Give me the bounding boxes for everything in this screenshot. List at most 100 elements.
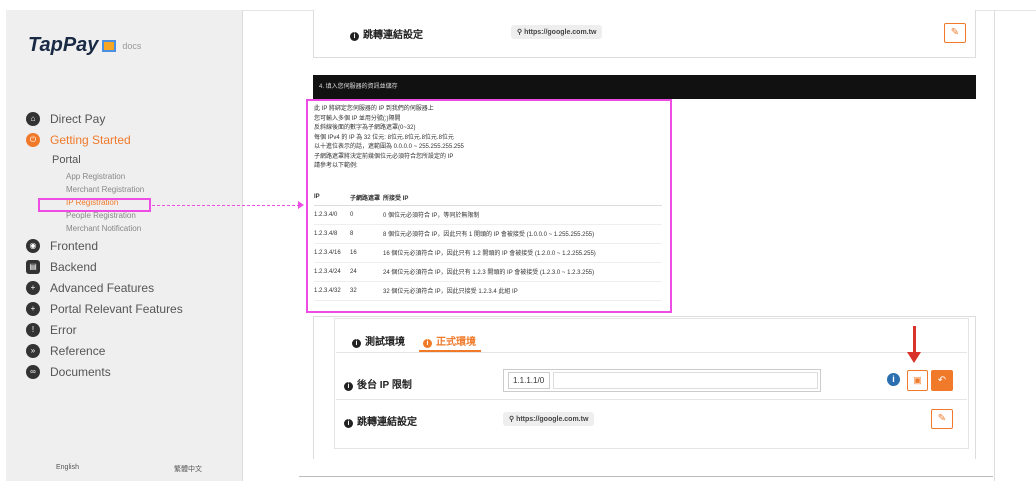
help-line: 您可輸入多個 IP 並用分號(;)隔開 [314, 115, 401, 122]
ip-registration-highlight [38, 198, 151, 212]
table-cell: 1.2.3.4/24 [314, 262, 350, 282]
table-cell: 24 [350, 262, 383, 282]
sidebar-item-direct-pay[interactable]: ⌂ Direct Pay [26, 108, 236, 129]
tabs-divider [336, 352, 967, 353]
sidebar-item-getting-started[interactable]: ⏻ Getting Started [26, 129, 236, 150]
undo-icon: ↶ [937, 375, 947, 386]
table-row: 1.2.3.4/8 8 8 個位元必須符合 IP，因此只有 1 開頭的 IP 會… [314, 224, 662, 244]
sidebar-item-label: Backend [50, 259, 97, 274]
sidebar-item-label: Direct Pay [50, 111, 106, 126]
plus-icon: + [26, 301, 40, 316]
link-icon: ∞ [26, 364, 40, 379]
ip-value-tag[interactable]: 1.1.1.1/0 [508, 372, 550, 389]
info-icon: i [423, 339, 432, 348]
warning-icon: ! [26, 322, 40, 337]
ip-help-text: 此 IP 將綁定您伺服器的 IP 到我們的伺服器上 您可輸入多個 IP 並用分號… [308, 101, 670, 172]
table-cell: 32 個位元必須符合 IP，因此只接受 1.2.3.4 此組 IP [383, 281, 662, 301]
table-cell: 1.2.3.4/0 [314, 205, 350, 225]
sidebar-item-backend[interactable]: ▤ Backend [26, 256, 236, 277]
table-cell: 0 個位元必須符合 IP，等同於無限制 [383, 205, 662, 225]
ip-limit-row-label: i 後台 IP 限制 [344, 376, 412, 391]
column-header: IP [314, 190, 350, 206]
sidebar-item-reference[interactable]: » Reference [26, 340, 236, 361]
sidebar-item-label: Frontend [50, 238, 99, 253]
table-row: 1.2.3.4/0 0 0 個位元必須符合 IP，等同於無限制 [314, 205, 662, 225]
table-row: 1.2.3.4/16 16 16 個位元必須符合 IP，因此只有 1.2 開頭的… [314, 243, 662, 263]
table-cell: 1.2.3.4/32 [314, 281, 350, 301]
sidebar-subitem-merchant-notification[interactable]: Merchant Notification [26, 222, 236, 235]
info-icon: i [344, 382, 353, 391]
column-header: 所接受 IP [383, 190, 662, 206]
info-icon: i [352, 339, 361, 348]
sidebar-item-label: Error [50, 322, 77, 337]
sidebar-item-label: Portal Relevant Features [50, 301, 183, 316]
help-line: 每個 IPv4 的 IP 為 32 位元: 8位元.8位元.8位元.8位元 [314, 134, 454, 141]
red-arrow-indicator [913, 326, 916, 354]
sidebar-nav: ⌂ Direct Pay ⏻ Getting Started Portal Ap… [26, 108, 236, 382]
redirect-row-label: i 跳轉連結設定 [350, 26, 423, 41]
column-header: 子網路遮罩 [350, 190, 383, 206]
sidebar: TapPay docs ⌂ Direct Pay ⏻ Getting Starte… [6, 10, 243, 481]
logo-docs-label: docs [122, 40, 142, 51]
lang-english[interactable]: English [56, 464, 79, 471]
edit-redirect-button-2[interactable]: ✎ [931, 409, 953, 429]
sidebar-subitem-merchant-registration[interactable]: Merchant Registration [26, 183, 236, 196]
chevrons-up-icon: » [26, 343, 40, 358]
table-cell: 0 [350, 205, 383, 225]
tab-label: 測試環境 [365, 337, 405, 348]
redirect-url-text: https://google.com.tw [516, 416, 589, 423]
table-cell: 8 個位元必須符合 IP，因此只有 1 開頭的 IP 會被接受 (1.0.0.0… [383, 224, 662, 244]
sidebar-item-documents[interactable]: ∞ Documents [26, 361, 236, 382]
ip-limit-label-text: 後台 IP 限制 [357, 380, 412, 391]
sidebar-item-portal[interactable]: Portal [26, 150, 236, 170]
logo-text: TapPay [28, 34, 99, 56]
help-line: 此 IP 將綁定您伺服器的 IP 到我們的伺服器上 [314, 106, 434, 112]
help-line: 請參考以下範例: [314, 163, 358, 169]
redirect-settings-card: i 跳轉連結設定 ⚲ https://google.com.tw ✎ [313, 10, 976, 58]
edit-redirect-button[interactable]: ✎ [944, 23, 966, 43]
help-line: 子網路遮罩將決定前幾個位元必須符合您所設定的 IP [314, 153, 454, 160]
sidebar-subitem-app-registration[interactable]: App Registration [26, 170, 236, 183]
sidebar-item-error[interactable]: ! Error [26, 319, 236, 340]
info-icon: i [350, 32, 359, 41]
sidebar-item-frontend[interactable]: ◉ Frontend [26, 235, 236, 256]
ip-text-input[interactable] [553, 372, 818, 389]
redirect-url-pill: ⚲ https://google.com.tw [511, 25, 603, 39]
save-icon: ▣ [913, 375, 922, 385]
table-row: 1.2.3.4/32 32 32 個位元必須符合 IP，因此只接受 1.2.3.… [314, 281, 662, 301]
table-cell: 16 [350, 243, 383, 263]
edit-icon: ✎ [937, 413, 947, 424]
lang-chinese[interactable]: 繁體中文 [174, 464, 202, 474]
tab-test-environment[interactable]: i 測試環境 [352, 333, 405, 348]
sidebar-item-portal-relevant-features[interactable]: + Portal Relevant Features [26, 298, 236, 319]
sidebar-item-label: Documents [50, 364, 111, 379]
table-cell: 1.2.3.4/16 [314, 243, 350, 263]
red-arrow-head-icon [907, 352, 921, 363]
sidebar-item-advanced-features[interactable]: + Advanced Features [26, 277, 236, 298]
sidebar-item-label: Getting Started [50, 132, 131, 147]
sidebar-item-label: Advanced Features [50, 280, 155, 295]
table-cell: 16 個位元必須符合 IP，因此只有 1.2 開頭的 IP 會被接受 (1.2.… [383, 243, 662, 263]
help-line: 反斜線後面的數字為子網路遮罩(0~32) [314, 125, 416, 131]
tappay-logo[interactable]: TapPay docs [28, 34, 141, 57]
redirect-label-text: 跳轉連結設定 [357, 417, 417, 428]
row-divider [336, 399, 967, 400]
tab-production-environment[interactable]: i 正式環境 [423, 333, 476, 348]
power-icon: ⏻ [26, 132, 40, 147]
ip-example-table: IP 子網路遮罩 所接受 IP 1.2.3.4/0 0 0 個位元必須符合 IP… [314, 190, 662, 301]
right-divider [994, 10, 995, 481]
info-icon: i [344, 419, 353, 428]
edit-icon: ✎ [950, 27, 960, 38]
server-icon: ▤ [26, 259, 40, 274]
home-icon: ⌂ [26, 111, 40, 126]
table-cell: 24 個位元必須符合 IP，因此只有 1.2.3 開頭的 IP 會被接受 (1.… [383, 262, 662, 282]
table-cell: 32 [350, 281, 383, 301]
info-circle-icon[interactable]: i [887, 373, 900, 386]
save-ip-button[interactable]: ▣ [907, 370, 928, 391]
logo-mark-icon [102, 39, 117, 52]
ip-help-panel: 此 IP 將綁定您伺服器的 IP 到我們的伺服器上 您可輸入多個 IP 並用分號… [306, 99, 672, 313]
undo-button[interactable]: ↶ [931, 370, 953, 391]
help-line: 以十進位表示的話，遮範圍為 0.0.0.0 ~ 255.255.255.255 [314, 144, 464, 150]
sidebar-item-label: Reference [50, 343, 106, 358]
redirect-label-text: 跳轉連結設定 [363, 30, 423, 41]
